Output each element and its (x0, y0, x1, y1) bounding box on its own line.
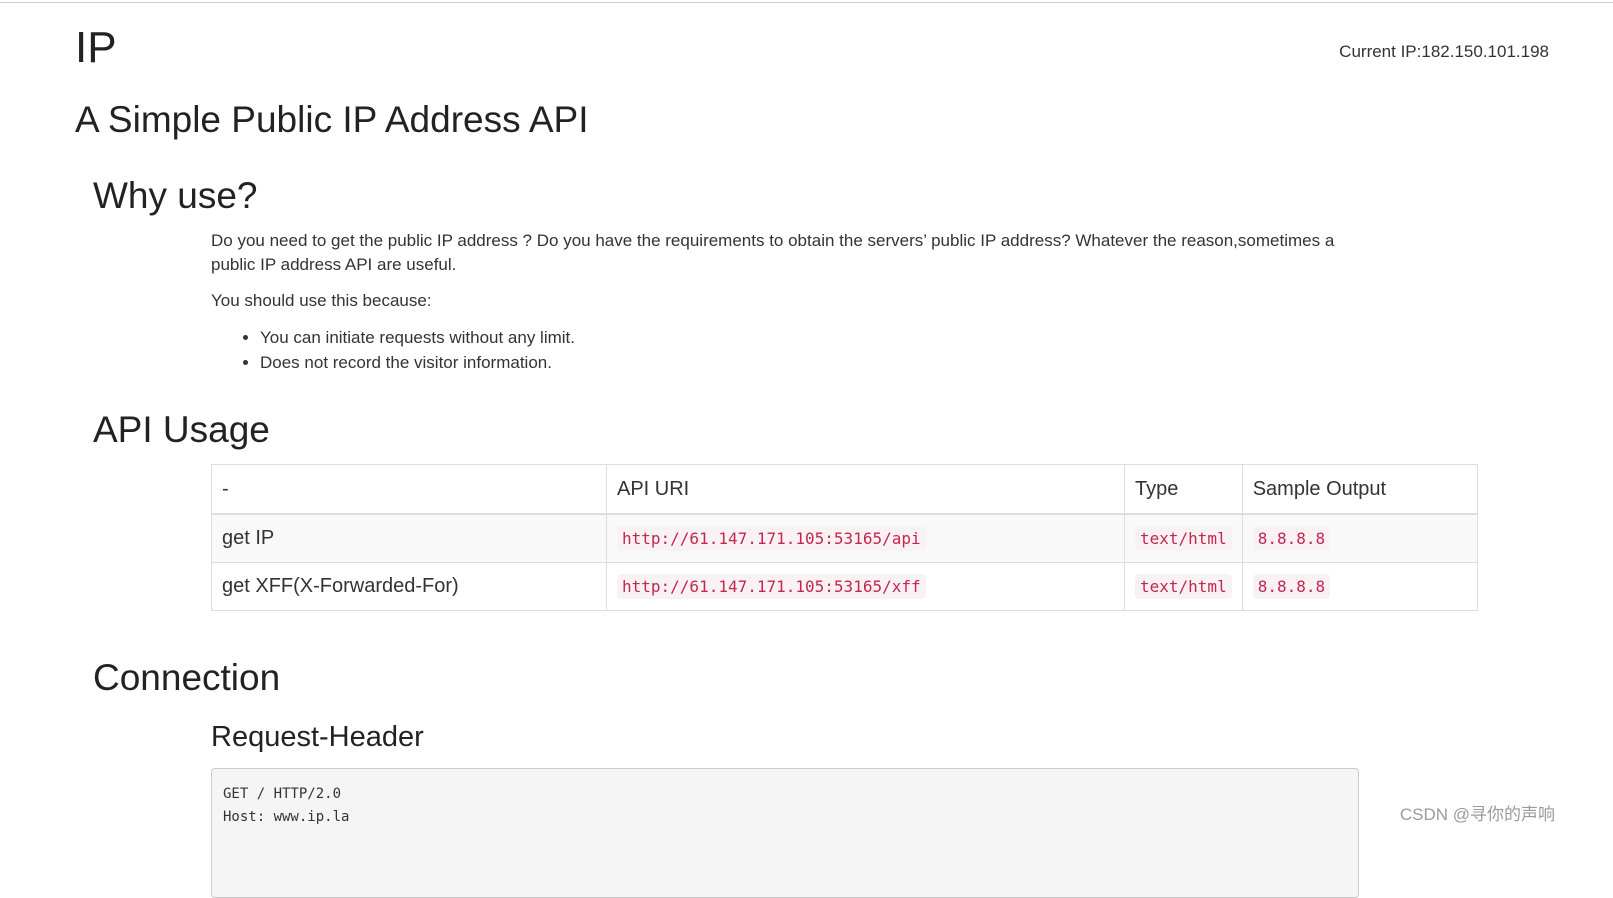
api-type-cell: text/html (1125, 514, 1243, 563)
table-row: get IP http://61.147.171.105:53165/api t… (212, 514, 1478, 563)
site-brand[interactable]: IP (75, 26, 117, 70)
api-sample-code: 8.8.8.8 (1253, 526, 1330, 551)
api-uri-cell: http://61.147.171.105:53165/xff (607, 563, 1125, 611)
page-title: A Simple Public IP Address API (75, 98, 588, 142)
why-use-lead: You should use this because: (211, 289, 1371, 313)
api-type-code: text/html (1135, 574, 1232, 599)
why-use-paragraph: Do you need to get the public IP address… (211, 229, 1371, 277)
current-ip-label: Current IP: (1339, 42, 1421, 61)
request-header-heading: Request-Header (211, 720, 424, 755)
request-header-line: GET / HTTP/2.0 (223, 783, 1347, 806)
column-header: - (212, 465, 607, 515)
request-header-code-block: GET / HTTP/2.0Host: www.ip.la (211, 768, 1359, 898)
why-use-list: You can initiate requests without any li… (211, 325, 1371, 375)
api-usage-table: - API URI Type Sample Output get IP http… (211, 464, 1478, 611)
request-header-line: Host: www.ip.la (223, 806, 1347, 829)
table-row: get XFF(X-Forwarded-For) http://61.147.1… (212, 563, 1478, 611)
list-item: Does not record the visitor information. (260, 350, 1371, 375)
why-use-heading: Why use? (93, 174, 258, 218)
api-sample-code: 8.8.8.8 (1253, 574, 1330, 599)
why-use-section: Do you need to get the public IP address… (211, 229, 1371, 375)
api-type-code: text/html (1135, 526, 1232, 551)
api-name-cell: get XFF(X-Forwarded-For) (212, 563, 607, 611)
api-uri-code: http://61.147.171.105:53165/api (617, 526, 926, 551)
api-sample-cell: 8.8.8.8 (1242, 563, 1477, 611)
list-item: You can initiate requests without any li… (260, 325, 1371, 350)
current-ip-value: 182.150.101.198 (1421, 42, 1549, 61)
api-sample-cell: 8.8.8.8 (1242, 514, 1477, 563)
api-uri-code: http://61.147.171.105:53165/xff (617, 574, 926, 599)
connection-heading: Connection (93, 656, 280, 700)
api-uri-cell: http://61.147.171.105:53165/api (607, 514, 1125, 563)
table-header-row: - API URI Type Sample Output (212, 465, 1478, 515)
column-header: API URI (607, 465, 1125, 515)
api-type-cell: text/html (1125, 563, 1243, 611)
watermark: CSDN @寻你的声响 (1400, 800, 1555, 825)
column-header: Sample Output (1242, 465, 1477, 515)
column-header: Type (1125, 465, 1243, 515)
current-ip-display: Current IP:182.150.101.198 (1339, 42, 1549, 62)
api-name-cell: get IP (212, 514, 607, 563)
top-border (0, 2, 1613, 3)
api-usage-heading: API Usage (93, 408, 270, 452)
